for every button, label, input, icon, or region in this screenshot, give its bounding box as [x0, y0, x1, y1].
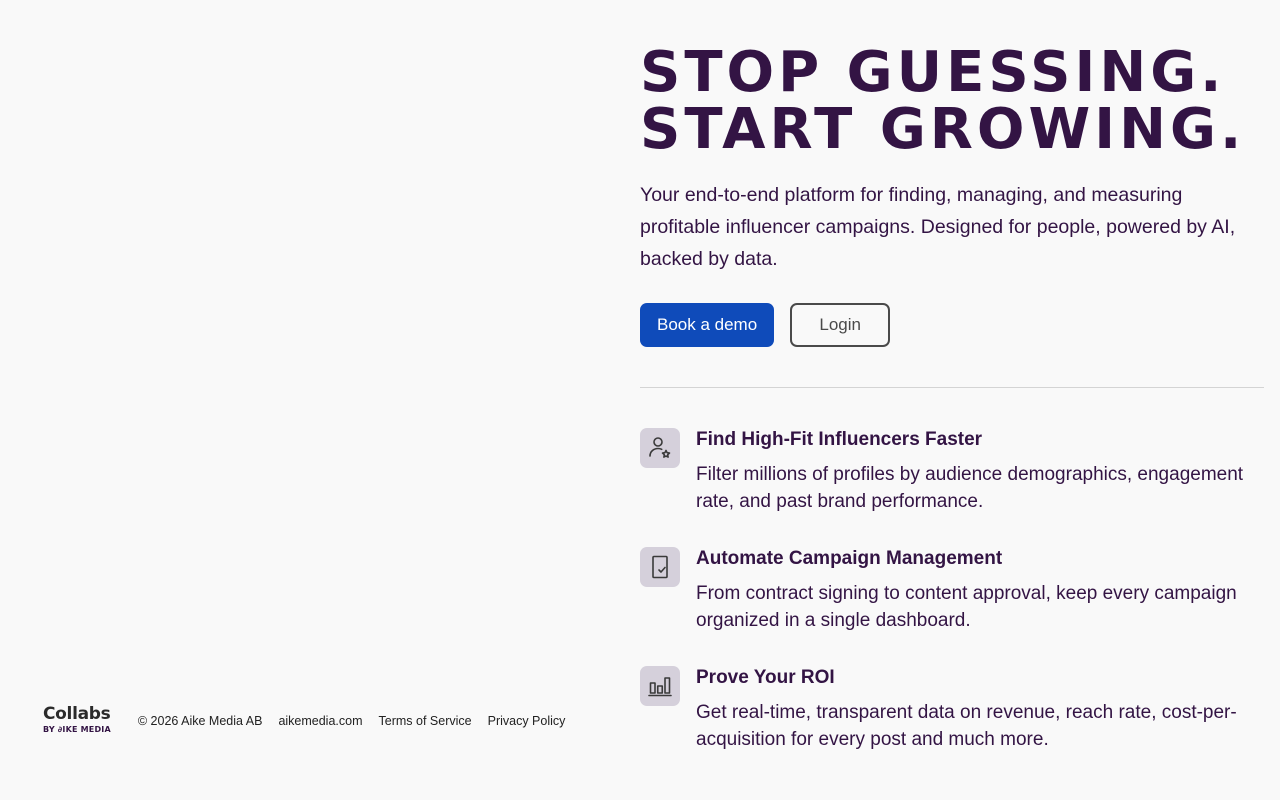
footer: Collabs BY ∂IKE MEDIA © 2026 Aike Media …: [43, 706, 581, 734]
login-button[interactable]: Login: [790, 303, 891, 347]
hero-section: STOP GUESSING. START GROWING. Your end-t…: [640, 44, 1265, 785]
collabs-logo[interactable]: Collabs BY ∂IKE MEDIA: [43, 706, 111, 734]
feature-text: Find High-Fit Influencers Faster Filter …: [696, 428, 1264, 515]
aikemedia-link[interactable]: aikemedia.com: [278, 714, 362, 728]
footer-links: © 2026 Aike Media AB aikemedia.com Terms…: [138, 714, 582, 728]
privacy-policy-link[interactable]: Privacy Policy: [488, 714, 566, 728]
feature-title: Automate Campaign Management: [696, 548, 1003, 569]
headline-line-1: STOP GUESSING.: [640, 40, 1226, 105]
copyright-text: © 2026 Aike Media AB: [137, 714, 263, 728]
feature-list: Find High-Fit Influencers Faster Filter …: [640, 428, 1265, 753]
feature-description: Get real-time, transparent data on reven…: [696, 702, 1237, 750]
hero-headline: STOP GUESSING. START GROWING.: [640, 44, 1265, 158]
feature-title: Prove Your ROI: [696, 667, 835, 688]
feature-title: Find High-Fit Influencers Faster: [696, 429, 983, 450]
book-demo-button[interactable]: Book a demo: [640, 303, 775, 347]
hero-subtitle: Your end-to-end platform for finding, ma…: [640, 184, 1236, 270]
page: Collabs BY ∂IKE MEDIA © 2026 Aike Media …: [0, 0, 1280, 800]
document-check-icon: [640, 547, 680, 587]
headline-line-2: START GROWING.: [640, 97, 1246, 162]
feature-text: Prove Your ROI Get real-time, transparen…: [696, 666, 1264, 753]
logo-wordmark: Collabs: [43, 704, 111, 724]
feature-description: Filter millions of profiles by audience …: [696, 464, 1244, 512]
terms-of-service-link[interactable]: Terms of Service: [379, 714, 472, 728]
feature-item-prove-roi: Prove Your ROI Get real-time, transparen…: [640, 666, 1265, 753]
bar-chart-icon: [640, 666, 680, 706]
feature-item-find-influencers: Find High-Fit Influencers Faster Filter …: [640, 428, 1265, 515]
feature-text: Automate Campaign Management From contra…: [696, 547, 1264, 634]
feature-item-automate-campaigns: Automate Campaign Management From contra…: [640, 547, 1265, 634]
user-star-icon: [640, 428, 680, 468]
divider: [640, 387, 1264, 388]
hero-buttons: Book a demo Login: [640, 303, 1265, 347]
logo-byline: BY ∂IKE MEDIA: [43, 725, 111, 734]
feature-description: From contract signing to content approva…: [696, 583, 1237, 631]
